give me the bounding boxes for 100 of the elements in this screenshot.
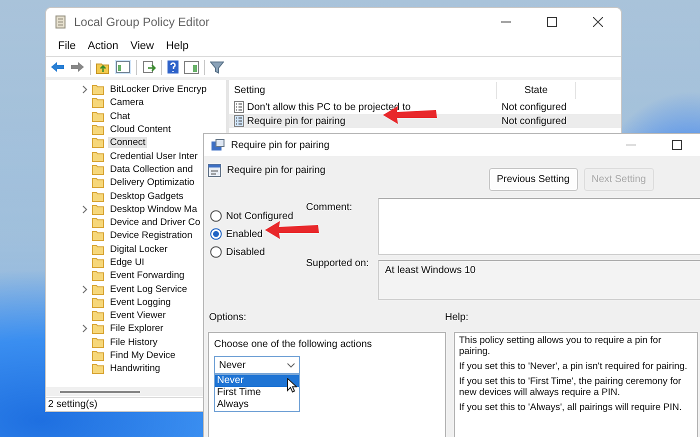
folder-icon [92, 137, 104, 148]
tree-item[interactable]: File Explorer [108, 323, 166, 334]
column-header[interactable]: Setting [234, 84, 496, 96]
radio-button[interactable] [210, 210, 222, 222]
setting-icon [234, 101, 244, 113]
folder-icon [92, 204, 104, 215]
setting-state: Not configured [500, 102, 568, 112]
folder-icon [92, 284, 104, 295]
help-label: Help: [445, 312, 468, 325]
policy-row[interactable]: Require pin for pairing Not configured [229, 114, 621, 128]
folder-icon [92, 217, 104, 228]
folder-icon [92, 177, 104, 188]
previous-setting-button[interactable]: Previous Setting [488, 168, 578, 191]
policy-icon [211, 138, 225, 152]
comment-label: Comment: [306, 202, 354, 213]
tree-item[interactable]: Desktop Window Ma [108, 204, 200, 215]
tree-item[interactable]: Data Collection and [108, 164, 195, 175]
folder-icon [92, 230, 104, 242]
chevron-icon[interactable] [82, 85, 88, 94]
setting-name: Don't allow this PC to be projected to [247, 102, 411, 112]
tree-item[interactable]: Cloud Content [108, 124, 173, 136]
chevron-icon[interactable] [82, 204, 88, 214]
maximize-icon[interactable] [547, 17, 557, 27]
help-paragraph: This policy setting allows you to require a pin for pairing. [459, 335, 662, 357]
tree-item[interactable]: Connect [108, 137, 148, 148]
export-list-icon[interactable] [142, 60, 156, 74]
folder-icon [92, 84, 104, 96]
policy-setting-icon [208, 164, 221, 177]
tree-item[interactable]: Credential User Inter [108, 150, 200, 162]
chevron-icon[interactable] [82, 284, 88, 294]
radio-button[interactable] [210, 246, 222, 258]
folder-icon [92, 323, 104, 334]
tree-item[interactable]: Event Log Service [108, 284, 190, 295]
column-header[interactable]: State [496, 82, 576, 98]
comment-field[interactable] [378, 198, 700, 255]
radio-label[interactable]: Not Configured [226, 210, 294, 222]
caret-icon[interactable] [287, 362, 295, 368]
tree-item[interactable]: Event Forwarding [108, 270, 186, 282]
supported-label: Supported on: [306, 258, 370, 269]
options-prompt: Choose one of the following actions [214, 339, 373, 350]
tree-item[interactable]: Event Logging [108, 296, 173, 308]
setting-icon [234, 115, 244, 127]
radio-button[interactable] [210, 228, 222, 240]
setting-name: Require pin for pairing [247, 116, 346, 126]
status-text: 2 setting(s) [48, 399, 98, 410]
dialog-title: Require pin for pairing [231, 140, 330, 150]
folder-icon [92, 270, 104, 282]
app-icon [54, 15, 67, 29]
folder-icon [92, 363, 104, 374]
tree-item[interactable]: BitLocker Drive Encryp [108, 84, 209, 96]
chevron-icon[interactable] [82, 324, 88, 334]
maximize-icon[interactable] [672, 140, 682, 150]
filter-icon[interactable] [210, 60, 224, 74]
radio-label[interactable]: Enabled [226, 228, 263, 240]
tree-item[interactable]: File History [108, 336, 160, 348]
dropdown-option[interactable]: Never [215, 375, 299, 387]
tree-item[interactable]: Delivery Optimizatio [108, 177, 196, 188]
folder-icon [92, 164, 104, 175]
help-icon[interactable] [167, 60, 179, 74]
tree-item[interactable]: Find My Device [108, 350, 178, 362]
supported-value: At least Windows 10 [385, 265, 476, 276]
tree-item[interactable]: Digital Locker [108, 244, 170, 255]
pane-icon[interactable] [184, 60, 199, 74]
window-title: Local Group Policy Editor [74, 15, 210, 29]
folder-icon [92, 124, 104, 136]
menu-item[interactable]: File [52, 40, 82, 52]
folder-icon [92, 150, 104, 162]
radio-label[interactable]: Disabled [226, 246, 265, 258]
folder-up-icon[interactable] [96, 60, 110, 74]
action-dropdown[interactable]: Never [214, 356, 300, 374]
folder-icon [92, 244, 104, 255]
folder-icon [92, 350, 104, 362]
folder-icon [92, 190, 104, 202]
policy-name: Require pin for pairing [227, 165, 326, 176]
close-icon[interactable] [593, 17, 603, 27]
policy-row[interactable]: Don't allow this PC to be projected to Not configured [229, 100, 621, 114]
tree-item[interactable]: Event Viewer [108, 310, 168, 322]
menu-item[interactable]: Action [82, 40, 124, 52]
tree-item[interactable]: Chat [108, 110, 132, 122]
help-paragraph: If you set this to 'Never', a pin isn't required for pairing. [459, 361, 688, 372]
help-paragraph: If you set this to 'Always', all pairings will require PIN. [459, 402, 683, 413]
setting-state: Not configured [500, 116, 568, 126]
tree-item[interactable]: Device and Driver Co [108, 217, 202, 228]
tree-item[interactable]: Handwriting [108, 363, 162, 374]
dropdown-option[interactable]: Always [215, 399, 299, 411]
mouse-pointer-icon [287, 378, 297, 393]
help-paragraph: If you set this to 'First Time', the pairing ceremony for new devices will always require a PIN. [459, 376, 682, 398]
menu-item[interactable]: Help [160, 40, 195, 52]
tree-item[interactable]: Edge UI [108, 257, 146, 268]
menu-item[interactable]: View [124, 40, 160, 52]
dropdown-option[interactable]: First Time [215, 387, 299, 399]
folder-icon [92, 336, 104, 348]
forward-arrow-icon[interactable] [70, 61, 85, 73]
tree-item[interactable]: Desktop Gadgets [108, 190, 186, 202]
tree-pane-icon[interactable] [115, 60, 131, 74]
folder-icon [92, 97, 104, 108]
back-arrow-icon[interactable] [50, 61, 65, 73]
tree-item[interactable]: Camera [108, 97, 146, 108]
tree-item[interactable]: Device Registration [108, 230, 194, 242]
folder-icon [92, 310, 104, 322]
